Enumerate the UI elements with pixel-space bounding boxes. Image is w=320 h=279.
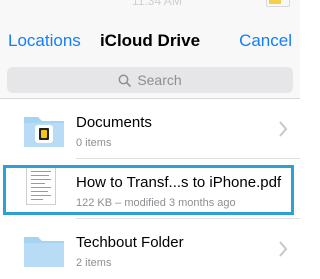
battery-icon	[266, 0, 290, 7]
list-item-documents[interactable]: Documents 0 items	[0, 99, 300, 159]
item-subtitle: 122 KB – modified 3 months ago	[76, 197, 236, 209]
item-title: Documents	[76, 114, 152, 131]
search-icon	[118, 74, 132, 87]
search-input[interactable]: Search	[7, 67, 293, 93]
list-item-pdf[interactable]: How to Transf...s to iPhone.pdf 122 KB –…	[0, 159, 300, 219]
item-subtitle: 2 items	[76, 257, 112, 269]
file-list: Documents 0 items How to Transf...s to i…	[0, 99, 300, 279]
search-bar: Search	[0, 62, 300, 99]
status-time: 11:34 AM	[132, 0, 182, 8]
folder-documents-icon	[24, 117, 64, 147]
item-title: How to Transf...s to iPhone.pdf	[76, 174, 282, 191]
cancel-button[interactable]: Cancel	[239, 31, 292, 51]
item-title: Techbout Folder	[76, 234, 184, 251]
folder-icon	[24, 237, 64, 267]
chevron-right-icon	[279, 241, 288, 257]
chevron-right-icon	[279, 121, 288, 137]
icloud-drive-picker: 11:34 AM Locations iCloud Drive Cancel S…	[0, 0, 300, 279]
item-subtitle: 0 items	[76, 137, 112, 149]
list-item-techbout-folder[interactable]: Techbout Folder 2 items	[0, 219, 300, 279]
navigation-bar: Locations iCloud Drive Cancel	[0, 12, 300, 62]
status-bar: 11:34 AM	[0, 0, 300, 12]
search-placeholder: Search	[137, 72, 182, 88]
pdf-thumbnail-icon	[26, 165, 56, 205]
